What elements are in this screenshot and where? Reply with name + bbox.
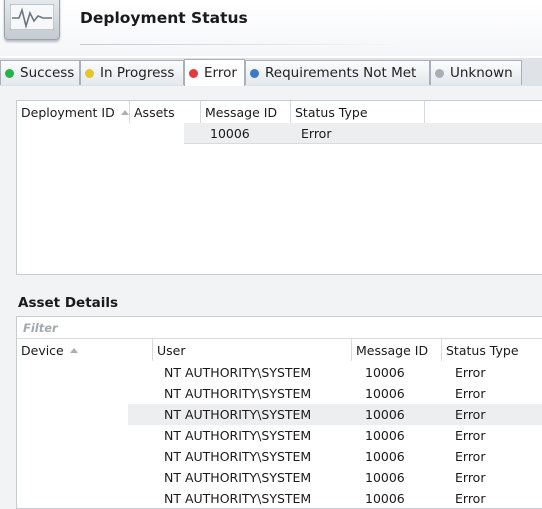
deployments-grid: Deployment ID Assets Message ID Status T… [16,100,542,275]
message-id-cell: 10006 [365,491,405,506]
message-id-cell: 10006 [365,365,405,380]
column-header-device[interactable]: Device [17,339,153,361]
column-header-status-type[interactable]: Status Type [291,101,425,123]
user-cell: NT AUTHORITY\SYSTEM [164,491,312,506]
table-row[interactable]: NT AUTHORITY\SYSTEM 10006 Error [17,425,542,446]
column-header-assets[interactable]: Assets [130,101,201,123]
column-header-status-type[interactable]: Status Type [442,339,542,361]
message-id-cell: 10006 [210,125,250,141]
table-row[interactable]: NT AUTHORITY\SYSTEM 10006 Error [17,446,542,467]
column-header-message-id[interactable]: Message ID [352,339,442,361]
tab-in-progress[interactable]: In Progress [80,60,184,85]
green-dot-icon [5,68,14,78]
red-dot-icon [189,68,198,78]
yellow-dot-icon [85,68,94,78]
status-type-cell: Error [455,407,486,422]
header-divider [80,44,400,45]
status-type-cell: Error [455,491,486,506]
table-row[interactable]: NT AUTHORITY\SYSTEM 10006 Error [17,362,542,383]
message-id-cell: 10006 [365,449,405,464]
page-title: Deployment Status [80,9,248,27]
column-header-filler [425,101,542,123]
user-cell: NT AUTHORITY\SYSTEM [164,428,312,443]
table-row[interactable]: NT AUTHORITY\SYSTEM 10006 Error [17,383,542,404]
user-cell: NT AUTHORITY\SYSTEM [164,386,312,401]
message-id-cell: 10006 [365,407,405,422]
tab-label: Success [20,65,75,81]
column-header-deployment-id[interactable]: Deployment ID [17,101,130,123]
tab-label: In Progress [100,65,175,81]
tab-unknown[interactable]: Unknown [430,60,522,85]
user-cell: NT AUTHORITY\SYSTEM [164,365,312,380]
user-cell: NT AUTHORITY\SYSTEM [164,470,312,485]
status-tab-bar: Success In Progress Error Requirements N… [0,58,542,87]
tab-label: Error [204,65,237,81]
tab-label: Unknown [450,65,513,81]
tab-success[interactable]: Success [0,60,80,85]
filter-input[interactable] [17,317,542,339]
status-type-cell: Error [455,449,486,464]
user-cell: NT AUTHORITY\SYSTEM [164,407,312,422]
sort-ascending-icon [69,347,78,353]
table-row[interactable]: 10006 Error [184,123,542,144]
user-cell: NT AUTHORITY\SYSTEM [164,449,312,464]
sort-ascending-icon [120,109,129,115]
activity-monitor-icon [4,0,60,40]
tab-label: Requirements Not Met [265,65,417,81]
asset-details-grid: Device User Message ID Status Type NT AU… [16,316,542,509]
message-id-cell: 10006 [365,470,405,485]
status-type-cell: Error [455,470,486,485]
status-type-cell: Error [301,125,332,141]
message-id-cell: 10006 [365,386,405,401]
tab-error[interactable]: Error [184,59,245,86]
table-row[interactable]: NT AUTHORITY\SYSTEM 10006 Error [17,488,542,509]
tab-requirements-not-met[interactable]: Requirements Not Met [245,60,430,85]
table-row[interactable]: NT AUTHORITY\SYSTEM 10006 Error [17,467,542,488]
message-id-cell: 10006 [365,428,405,443]
gray-dot-icon [435,68,444,78]
blue-dot-icon [250,68,259,78]
status-type-cell: Error [455,365,486,380]
table-row-selected[interactable]: NT AUTHORITY\SYSTEM 10006 Error [128,404,542,425]
section-title-asset-details: Asset Details [18,295,119,311]
status-type-cell: Error [455,428,486,443]
status-type-cell: Error [455,386,486,401]
column-header-message-id[interactable]: Message ID [201,101,291,123]
column-header-user[interactable]: User [153,339,352,361]
header: Deployment Status [0,0,542,56]
